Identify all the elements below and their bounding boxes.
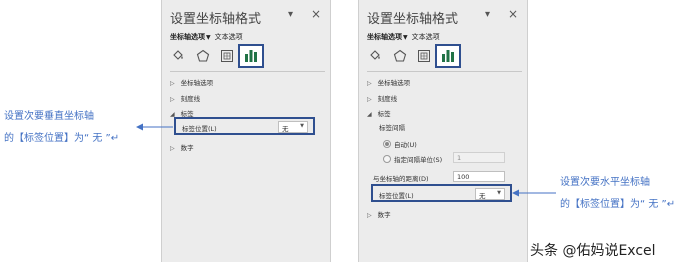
fill-icon[interactable] <box>367 48 383 64</box>
section-tick-marks[interactable]: ▷ 刻度线 <box>170 93 200 103</box>
annotation-right-line2: 的【标签位置】为“ 无 ”↵ <box>560 199 676 210</box>
section-number[interactable]: ▷ 数字 <box>170 142 194 152</box>
tab-axis-options[interactable]: 坐标轴选项 <box>367 33 402 41</box>
highlight-box <box>371 184 512 202</box>
section-axis-options[interactable]: ▷ 坐标轴选项 <box>170 77 213 87</box>
distance-input[interactable]: 100 <box>453 171 505 182</box>
pane-title: 设置坐标轴格式 <box>170 12 262 27</box>
section-axis-options[interactable]: ▷ 坐标轴选项 <box>367 77 410 87</box>
radio-auto[interactable] <box>383 140 391 148</box>
radio-auto-label: 自动(U) <box>394 141 417 149</box>
annotation-left-line2: 的【标签位置】为“ 无 ”↵ <box>4 133 120 144</box>
interval-unit-input[interactable]: 1 <box>453 152 505 163</box>
distance-label: 与坐标轴的距离(D) <box>373 175 429 183</box>
close-icon[interactable]: × <box>508 7 518 21</box>
pane-options-icon[interactable]: ▾ <box>288 9 293 20</box>
pane-title: 设置坐标轴格式 <box>367 12 459 27</box>
format-axis-pane-right: 设置坐标轴格式 ▾ × 坐标轴选项▼ 文本选项 ▷ 坐标轴选项 ▷ 刻度线 ◢ 标签 标… <box>358 0 528 262</box>
section-number[interactable]: ▷ 数字 <box>367 209 391 219</box>
size-properties-icon[interactable] <box>219 48 235 64</box>
radio-specify-interval[interactable] <box>383 155 391 163</box>
section-labels[interactable]: ◢ 标签 <box>367 108 391 118</box>
annotation-left: 设置次要垂直坐标轴 的【标签位置】为“ 无 ”↵ <box>4 106 119 150</box>
annotation-left-line1: 设置次要垂直坐标轴 <box>4 111 94 122</box>
fill-icon[interactable] <box>170 48 186 64</box>
close-icon[interactable]: × <box>311 7 321 21</box>
radio-specify-label: 指定间隔单位(S) <box>394 156 443 164</box>
highlight-box <box>174 117 315 135</box>
arrow-right <box>512 189 556 197</box>
pane-tabs: 坐标轴选项▼ 文本选项 <box>170 32 243 42</box>
chevron-down-icon[interactable]: ▼ <box>206 34 211 41</box>
pane-options-icon[interactable]: ▾ <box>485 9 490 20</box>
label-interval-heading: 标签间隔 <box>379 124 405 132</box>
pane-tabs: 坐标轴选项▼ 文本选项 <box>367 32 440 42</box>
annotation-right: 设置次要水平坐标轴 的【标签位置】为“ 无 ”↵ <box>560 172 675 216</box>
watermark: 头条 @佑妈说Excel <box>530 243 656 259</box>
divider <box>170 71 325 72</box>
bar-chart-icon[interactable] <box>435 44 461 68</box>
divider <box>367 71 522 72</box>
format-axis-pane-left: 设置坐标轴格式 ▾ × 坐标轴选项▼ 文本选项 ▷ 坐标轴选项 ▷ 刻度线 ◢ 标签 标… <box>161 0 331 262</box>
annotation-right-line1: 设置次要水平坐标轴 <box>560 177 650 188</box>
tab-text-options[interactable]: 文本选项 <box>215 33 243 41</box>
tab-axis-options[interactable]: 坐标轴选项 <box>170 33 205 41</box>
pentagon-icon[interactable] <box>195 48 211 64</box>
chevron-down-icon[interactable]: ▼ <box>403 34 408 41</box>
size-properties-icon[interactable] <box>416 48 432 64</box>
section-tick-marks[interactable]: ▷ 刻度线 <box>367 93 397 103</box>
arrow-left <box>136 123 173 131</box>
pentagon-icon[interactable] <box>392 48 408 64</box>
bar-chart-icon[interactable] <box>238 44 264 68</box>
tab-text-options[interactable]: 文本选项 <box>412 33 440 41</box>
